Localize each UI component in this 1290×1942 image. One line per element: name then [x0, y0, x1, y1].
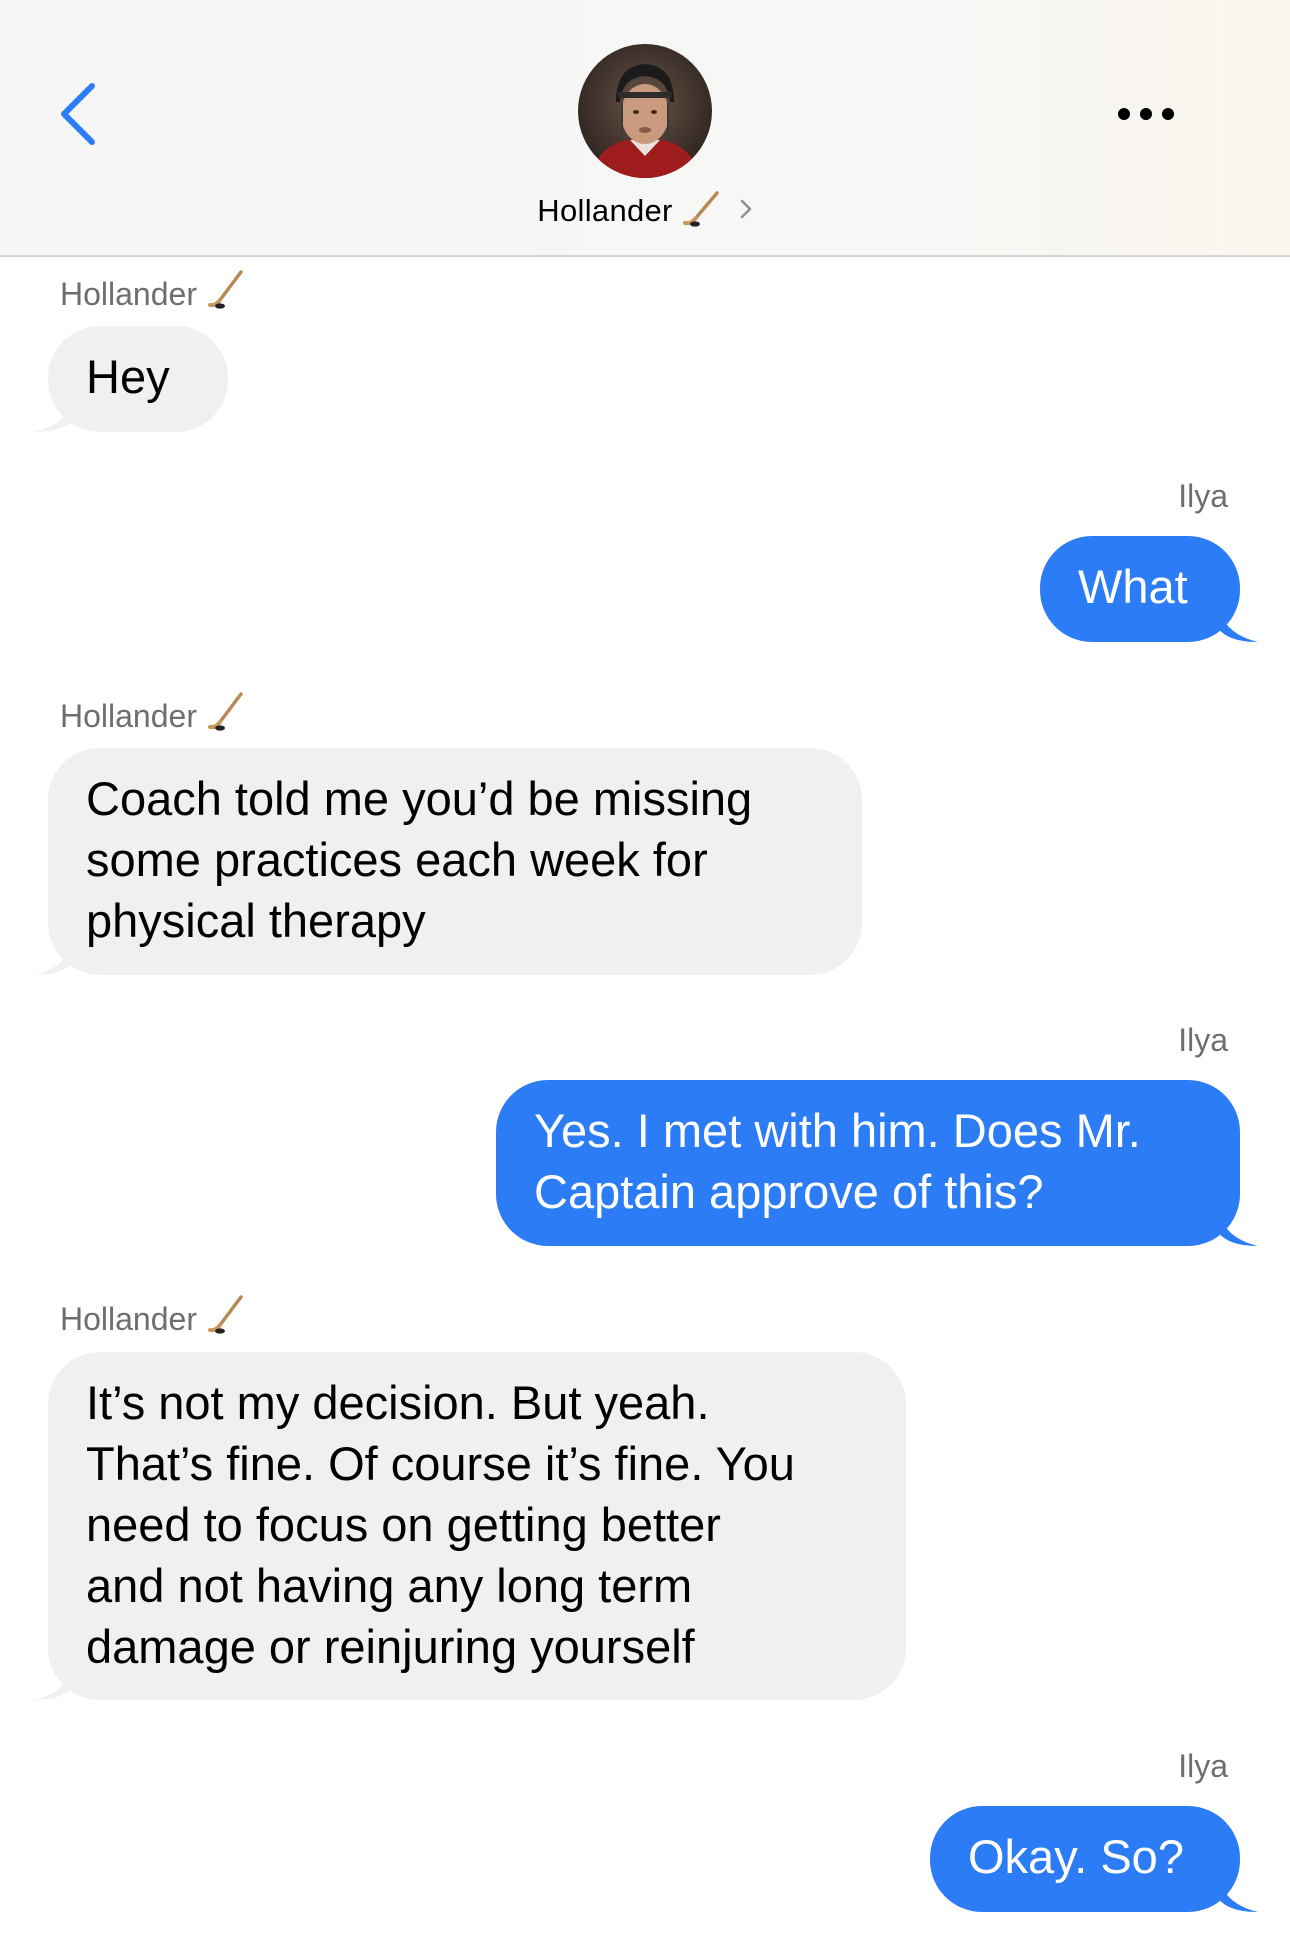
message-bubble-incoming[interactable]: Hey — [34, 326, 228, 432]
sender-name: Ilya — [1178, 1022, 1228, 1058]
message-text: Yes. I met with him. Does Mr. Captain ap… — [534, 1104, 1141, 1218]
message-text: Okay. So? — [968, 1830, 1184, 1883]
sender-label: Ilya — [1178, 478, 1228, 515]
message-text: What — [1078, 560, 1188, 613]
sender-name: Ilya — [1178, 478, 1228, 514]
sender-label: Hollander — [60, 690, 247, 742]
message-bubble-incoming[interactable]: It’s not my decision. But yeah. That’s f… — [34, 1352, 906, 1700]
message-bubble-outgoing[interactable]: What — [1040, 536, 1258, 642]
sender-label: Ilya — [1178, 1748, 1228, 1785]
message-text: Hey — [86, 350, 170, 403]
bubble-tail — [34, 939, 74, 975]
sender-label: Ilya — [1178, 1022, 1228, 1059]
more-options-button[interactable] — [1110, 96, 1190, 132]
hockey-stick-icon — [207, 268, 247, 320]
chevron-right-icon — [739, 197, 753, 226]
contact-name: Hollander — [537, 193, 673, 228]
message-bubble-outgoing[interactable]: Okay. So? — [930, 1806, 1258, 1912]
sender-label: Hollander — [60, 1293, 247, 1345]
ellipsis-icon — [1118, 108, 1174, 120]
bubble-tail — [34, 1664, 74, 1700]
hockey-stick-icon — [207, 690, 247, 742]
hockey-stick-icon — [682, 189, 723, 234]
sender-label: Hollander — [60, 268, 247, 320]
bubble-tail — [1218, 606, 1258, 642]
bubble-tail — [1218, 1876, 1258, 1912]
sender-name: Hollander — [60, 697, 197, 734]
message-text: Coach told me you’d be missing some prac… — [86, 772, 753, 947]
hockey-stick-icon — [207, 1293, 247, 1345]
message-text: It’s not my decision. But yeah. That’s f… — [86, 1376, 795, 1673]
conversation-header: Hollander — [0, 0, 1290, 257]
bubble-tail — [34, 396, 74, 432]
sender-name: Hollander — [60, 275, 197, 312]
message-bubble-incoming[interactable]: Coach told me you’d be missing some prac… — [34, 748, 862, 975]
chevron-left-icon — [61, 83, 95, 145]
contact-avatar[interactable] — [578, 44, 712, 178]
back-button[interactable] — [52, 78, 112, 148]
message-bubble-outgoing[interactable]: Yes. I met with him. Does Mr. Captain ap… — [496, 1080, 1258, 1246]
contact-name-row[interactable]: Hollander — [0, 188, 1290, 234]
sender-name: Hollander — [60, 1300, 197, 1337]
sender-name: Ilya — [1178, 1748, 1228, 1784]
bubble-tail — [1218, 1210, 1258, 1246]
